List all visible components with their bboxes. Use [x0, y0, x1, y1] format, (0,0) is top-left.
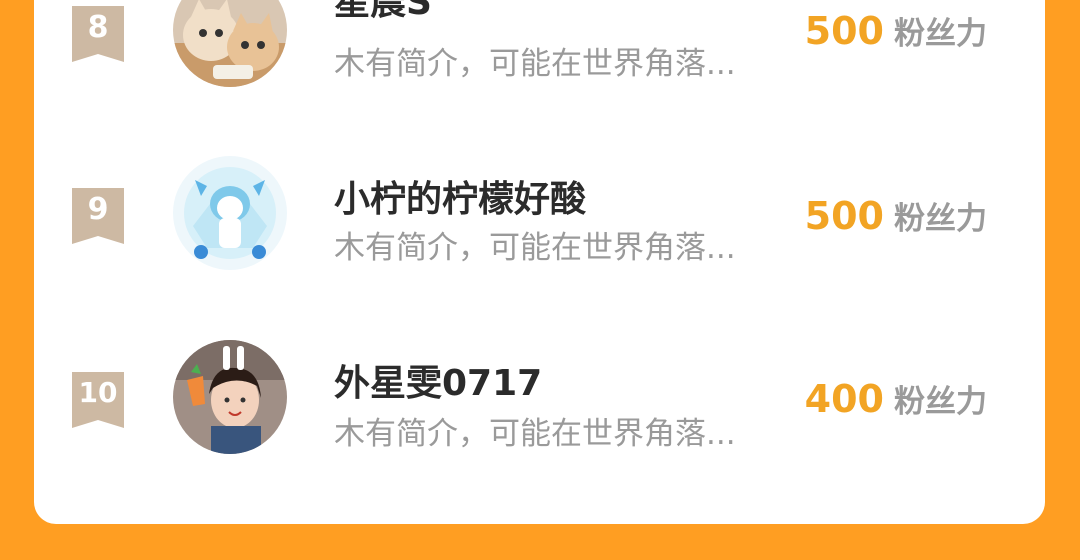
ranking-row[interactable]: 9 小柠的柠檬好酸 木有简介，可能在世界角落... 500 粉丝力: [34, 140, 1045, 290]
fan-power: 500 粉丝力: [805, 8, 987, 53]
user-name[interactable]: 星晨S: [334, 0, 432, 25]
ranking-list-card: 8 星晨S 木有简介，可能在世界角落... 500 粉丝力 9 小柠的柠檬好酸 …: [34, 0, 1045, 524]
rank-badge: 10: [72, 372, 124, 428]
user-bio: 木有简介，可能在世界角落...: [334, 230, 736, 266]
fan-power-value: 500: [804, 9, 884, 53]
ranking-row[interactable]: 8 星晨S 木有简介，可能在世界角落... 500 粉丝力: [34, 0, 1045, 104]
rank-number: 8: [87, 10, 109, 45]
fan-power: 500 粉丝力: [805, 193, 987, 238]
fan-power-unit: 粉丝力: [894, 201, 987, 237]
fan-power-value: 500: [804, 194, 884, 238]
rank-badge: 9: [72, 188, 124, 244]
fan-power-value: 400: [804, 377, 884, 421]
fan-power: 400 粉丝力: [805, 376, 987, 421]
user-avatar[interactable]: [173, 156, 287, 270]
user-bio: 木有简介，可能在世界角落...: [334, 416, 736, 452]
user-avatar[interactable]: [173, 340, 287, 454]
rank-badge: 8: [72, 6, 124, 62]
rank-number: 10: [78, 376, 118, 409]
user-avatar[interactable]: [173, 0, 287, 87]
fan-power-unit: 粉丝力: [894, 16, 987, 52]
ranking-row[interactable]: 10 外星雯0717 木有简介，可能在世界角落... 400 粉丝力: [34, 324, 1045, 474]
user-bio: 木有简介，可能在世界角落...: [334, 46, 736, 82]
user-name[interactable]: 外星雯0717: [334, 354, 542, 406]
fan-power-unit: 粉丝力: [894, 384, 987, 420]
rank-number: 9: [87, 192, 109, 227]
user-name[interactable]: 小柠的柠檬好酸: [334, 170, 586, 222]
